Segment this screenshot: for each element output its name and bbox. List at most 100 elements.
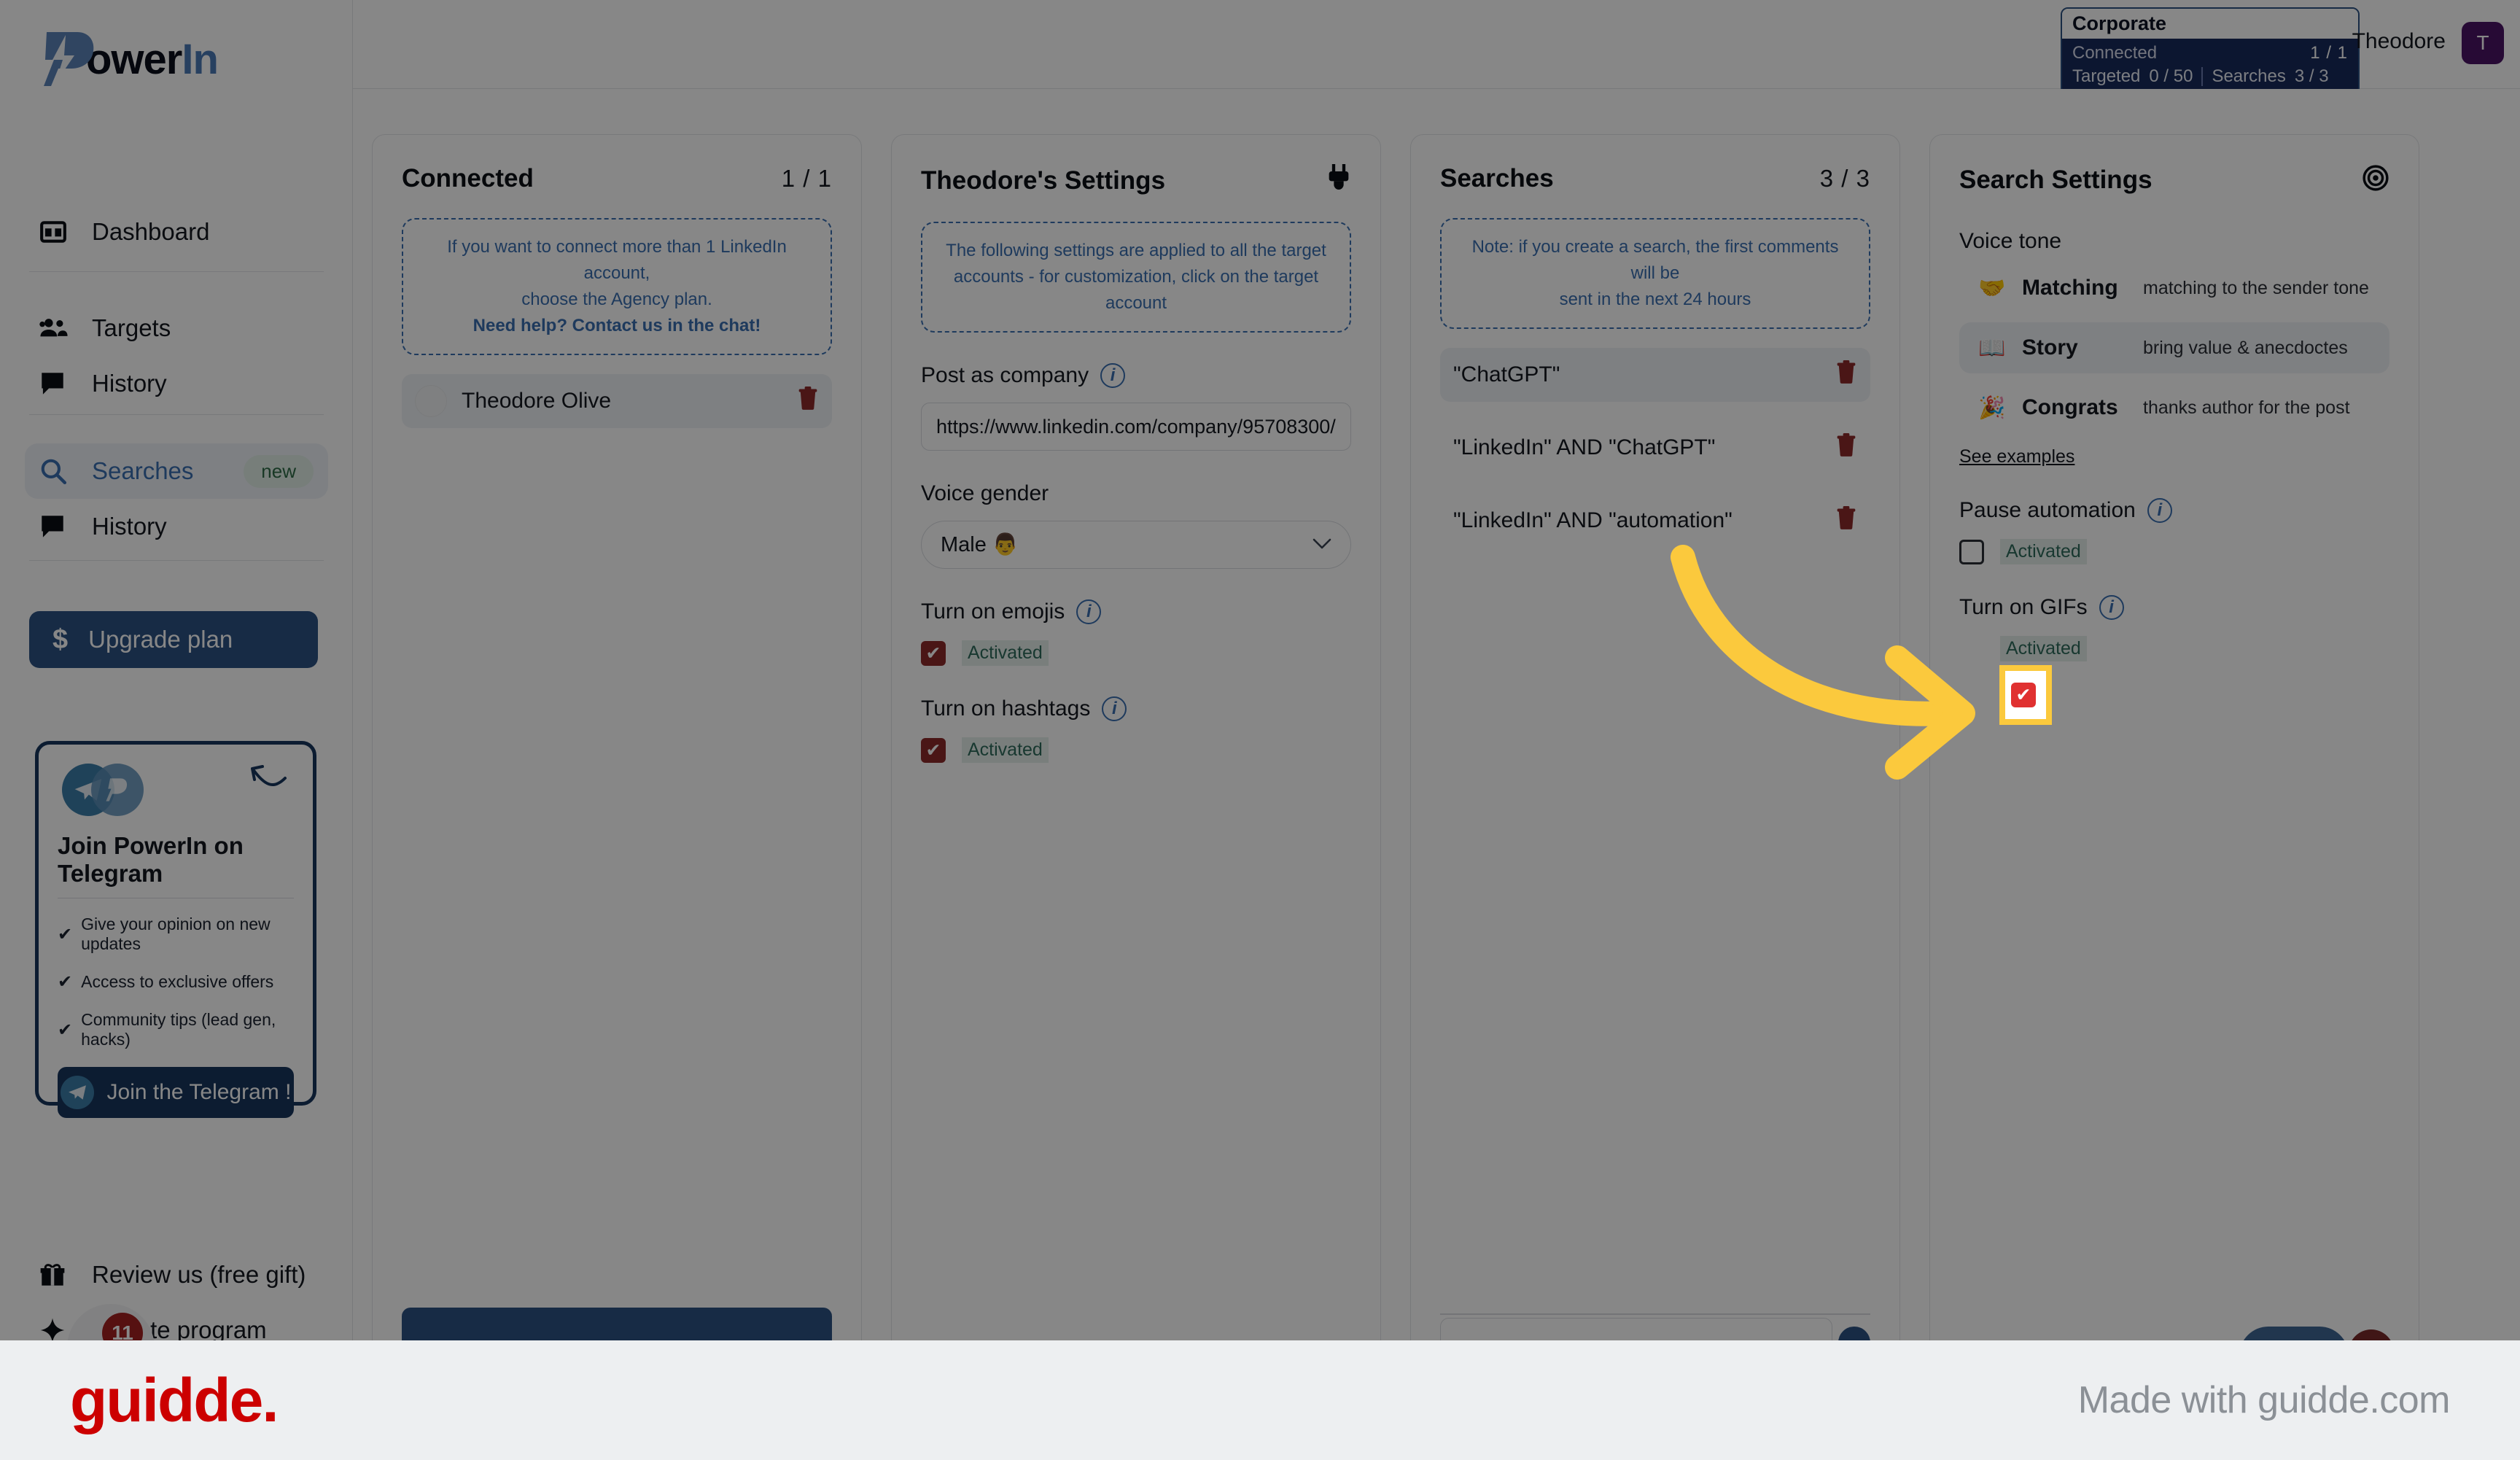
app-root: owerIn Dashboard Targets History Searche…: [0, 0, 2520, 1460]
check-icon: ✔: [58, 924, 73, 944]
settings-callout-line1: The following settings are applied to al…: [946, 241, 1326, 260]
sidebar-item-searches-history[interactable]: History: [25, 499, 328, 554]
target-icon: [2362, 164, 2389, 195]
sidebar-item-targets-history-label: History: [92, 370, 167, 397]
book-icon: 📖: [1978, 335, 2006, 360]
nav-section-top: Dashboard: [0, 204, 353, 260]
turn-on-gifs-label-row: Turn on GIFs i: [1959, 595, 2389, 620]
check-icon: ✔: [58, 1020, 73, 1040]
turn-on-emojis-checkbox[interactable]: ✔: [921, 640, 946, 666]
voice-gender-select[interactable]: Male 👨: [921, 521, 1351, 569]
column-searches-count: 3 / 3: [1819, 165, 1870, 192]
search-icon: [39, 457, 73, 485]
column-settings: Theodore's Settings The following settin…: [891, 134, 1381, 1355]
plan-stat-connected-key: Connected: [2072, 43, 2158, 63]
voice-tone-desc: thanks author for the post: [2143, 397, 2350, 418]
handshake-icon: 🤝: [1978, 276, 2006, 300]
sidebar-item-searches-history-label: History: [92, 513, 167, 540]
plan-stat-searches-key: Searches: [2212, 66, 2286, 86]
delete-account-icon[interactable]: [797, 387, 819, 416]
powerin-mini-icon: [91, 764, 144, 816]
plug-icon: [1326, 164, 1351, 197]
plan-stat-targeted-value: 0 / 50: [2149, 66, 2193, 86]
telegram-promo-card: Join PowerIn on Telegram ✔ Give your opi…: [35, 741, 316, 1118]
info-icon[interactable]: i: [1102, 696, 1127, 721]
connected-callout-line1: If you want to connect more than 1 Linke…: [447, 237, 787, 283]
sidebar-item-targets-history[interactable]: History: [25, 356, 328, 411]
delete-search-icon[interactable]: [1835, 360, 1857, 389]
logo-text-in: In: [182, 35, 219, 83]
guidde-banner: guidde. Made with guidde.com: [0, 1340, 2520, 1460]
sidebar-item-dashboard[interactable]: Dashboard: [25, 204, 328, 260]
column-searches-header: Searches 3 / 3: [1440, 164, 1870, 193]
search-row[interactable]: "LinkedIn" AND "automation": [1440, 494, 1870, 548]
voice-tone-name: Matching: [2022, 276, 2118, 300]
sidebar-item-searches[interactable]: Searches new: [25, 443, 328, 499]
column-search-settings: Search Settings Voice tone 🤝 Matching ma…: [1929, 134, 2419, 1381]
column-search-settings-title: Search Settings: [1959, 165, 2152, 194]
column-connected: Connected 1 / 1 If you want to connect m…: [372, 134, 862, 1359]
join-telegram-button[interactable]: Join the Telegram !: [58, 1067, 294, 1118]
delete-search-icon[interactable]: [1835, 433, 1857, 462]
turn-on-hashtags-checkbox[interactable]: ✔: [921, 737, 946, 763]
sidebar: owerIn Dashboard Targets History Searche…: [0, 0, 353, 1399]
voice-tone-desc: bring value & anecdoctes: [2143, 337, 2348, 358]
user-name: Theodore: [2352, 29, 2446, 53]
info-icon[interactable]: i: [1076, 599, 1102, 624]
searches-callout-line1: Note: if you create a search, the first …: [1471, 237, 1839, 283]
settings-callout: The following settings are applied to al…: [921, 222, 1351, 333]
plan-stat-searches-value: 3 / 3: [2294, 66, 2329, 86]
plan-summary-box[interactable]: Corporate Connected 1 / 1 Targeted 0 / 5…: [2061, 7, 2360, 96]
sidebar-item-targets[interactable]: Targets: [25, 300, 328, 356]
turn-on-gifs-checkbox-highlight[interactable]: ✔: [1999, 665, 2052, 725]
search-query: "ChatGPT": [1453, 362, 1560, 387]
hashtags-toggle-row: ✔ Activated: [921, 737, 1351, 763]
plan-name: Corporate: [2062, 9, 2358, 39]
turn-on-hashtags-label: Turn on hashtags: [921, 696, 1091, 721]
connected-callout: If you want to connect more than 1 Linke…: [402, 218, 832, 355]
sidebar-item-review-us-label: Review us (free gift): [92, 1261, 306, 1288]
upgrade-plan-button[interactable]: $ Upgrade plan: [29, 611, 318, 668]
powerin-wordmark: owerIn: [86, 35, 219, 84]
app-chrome: owerIn Dashboard Targets History Searche…: [0, 0, 2520, 1460]
avatar[interactable]: T: [2462, 22, 2504, 64]
connected-callout-line2: choose the Agency plan.: [521, 290, 712, 309]
chevron-down-icon: [1312, 535, 1331, 555]
upgrade-plan-label: Upgrade plan: [88, 626, 233, 653]
search-row[interactable]: "ChatGPT": [1440, 348, 1870, 402]
telegram-icon: [60, 1076, 94, 1109]
info-icon[interactable]: i: [2147, 498, 2172, 523]
column-connected-header: Connected 1 / 1: [402, 164, 832, 193]
emojis-label-row: Turn on emojis i: [921, 599, 1351, 624]
telegram-bullet-label: Community tips (lead gen, hacks): [81, 1010, 276, 1049]
hashtags-label-row: Turn on hashtags i: [921, 696, 1351, 721]
voice-tone-option-story[interactable]: 📖 Story bring value & anecdoctes: [1959, 322, 2389, 373]
connected-callout-bold[interactable]: Need help? Contact us in the chat!: [421, 313, 813, 339]
column-search-settings-header: Search Settings: [1959, 164, 2389, 195]
connected-account-name: Theodore Olive: [462, 389, 612, 413]
searches-footer-divider: [1440, 1313, 1870, 1315]
pause-automation-checkbox[interactable]: [1959, 539, 1984, 564]
search-row[interactable]: "LinkedIn" AND "ChatGPT": [1440, 421, 1870, 475]
turn-on-emojis-label: Turn on emojis: [921, 599, 1065, 624]
party-popper-icon: 🎉: [1978, 395, 2006, 420]
plan-stat-row2: Targeted 0 / 50 Searches 3 / 3: [2072, 65, 2348, 88]
turn-on-gifs-checkbox[interactable]: ✔: [2011, 683, 2036, 707]
telegram-bullet: ✔ Community tips (lead gen, hacks): [58, 1010, 294, 1049]
sidebar-item-targets-label: Targets: [92, 314, 171, 341]
voice-tone-option-matching[interactable]: 🤝 Matching matching to the sender tone: [1959, 263, 2389, 314]
info-icon[interactable]: i: [2099, 595, 2124, 620]
connected-account-row[interactable]: Theodore Olive: [402, 374, 832, 428]
check-icon: ✔: [58, 972, 73, 992]
post-as-company-input[interactable]: https://www.linkedin.com/company/9570830…: [921, 403, 1351, 451]
see-examples-link[interactable]: See examples: [1959, 446, 2074, 467]
info-icon[interactable]: i: [1100, 363, 1126, 388]
post-as-company-label-row: Post as company i: [921, 363, 1351, 388]
voice-tone-name: Congrats: [2022, 395, 2118, 419]
board: Connected 1 / 1 If you want to connect m…: [353, 89, 2520, 1381]
voice-tone-option-congrats[interactable]: 🎉 Congrats thanks author for the post: [1959, 382, 2389, 433]
powerin-logo[interactable]: owerIn: [36, 31, 219, 88]
sidebar-item-review-us[interactable]: Review us (free gift): [25, 1247, 328, 1302]
column-connected-count: 1 / 1: [781, 165, 832, 192]
delete-search-icon[interactable]: [1835, 506, 1857, 535]
